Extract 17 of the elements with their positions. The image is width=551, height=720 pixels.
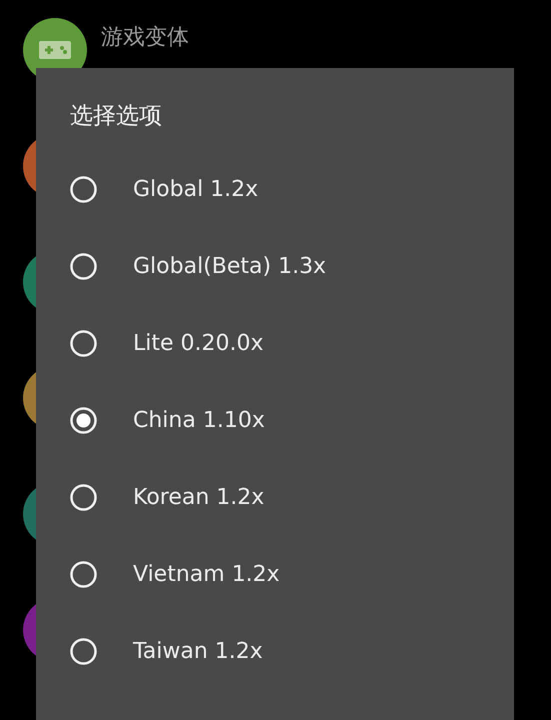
radio-button[interactable] <box>70 253 97 280</box>
option-item[interactable]: Global(Beta) 1.3x <box>70 228 326 305</box>
radio-button[interactable] <box>70 638 97 665</box>
option-item[interactable]: Korean 1.2x <box>70 459 264 536</box>
option-item[interactable]: China 1.10x <box>70 382 265 459</box>
option-item[interactable]: Lite 0.20.0x <box>70 305 264 382</box>
radio-button[interactable] <box>70 330 97 357</box>
radio-button[interactable] <box>70 176 97 203</box>
radio-button[interactable] <box>70 561 97 588</box>
radio-button[interactable] <box>70 484 97 511</box>
option-item[interactable]: Global 1.2x <box>70 151 258 228</box>
dialog-title: 选择选项 <box>70 102 162 131</box>
radio-button[interactable] <box>70 407 97 434</box>
gamepad-icon <box>38 39 72 61</box>
option-item[interactable]: Taiwan 1.2x <box>70 613 263 690</box>
option-item[interactable]: Vietnam 1.2x <box>70 536 280 613</box>
app-title: 游戏变体 <box>101 24 189 52</box>
